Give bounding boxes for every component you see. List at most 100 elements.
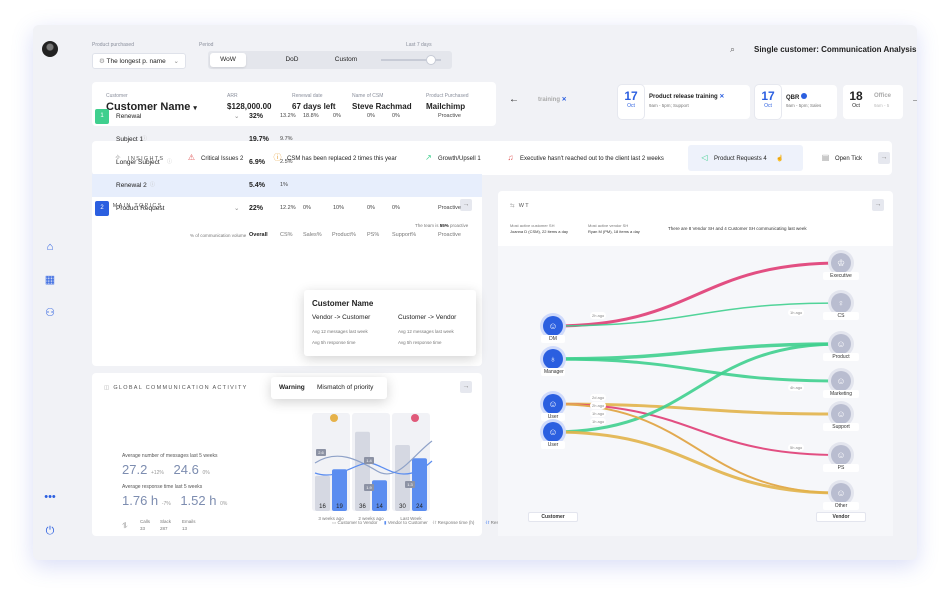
caret-down-icon[interactable]: ⌄ <box>234 197 239 220</box>
event-partial[interactable]: training ✕ <box>538 85 598 119</box>
expand-button[interactable]: → <box>460 381 472 393</box>
next-arrow-button[interactable]: → <box>878 152 890 164</box>
product-select[interactable]: ⚙ The longest p. name ⌄ <box>92 53 186 69</box>
close-icon[interactable]: ✕ <box>719 94 724 100</box>
vendor-node-icon[interactable]: ☺ <box>831 404 851 424</box>
legend-item[interactable]: ▮ Vendor to Customer <box>384 520 428 526</box>
more-icon[interactable]: ••• <box>43 490 57 504</box>
event-sub: 9am - 5 <box>874 103 890 108</box>
network-icon[interactable]: ⚇ <box>43 306 57 320</box>
event-card[interactable]: 17 Oct QBR 9am - 5pm; Sales <box>755 85 837 119</box>
communication-title-text: GLOBAL COMMUNICATION ACTIVITY <box>113 385 248 391</box>
event-card[interactable]: 18 Oct Office 9am - 5 <box>843 85 903 119</box>
seg-custom[interactable]: Custom <box>322 51 370 69</box>
cell-ps: 0% <box>367 205 375 211</box>
insight-executive[interactable]: ♫ Executive hasn't reached out to the cli… <box>506 141 664 175</box>
link-age-label: 2h ago <box>590 402 607 409</box>
bar-label: 24 <box>416 504 423 510</box>
vendor-node-label: Other <box>823 502 859 510</box>
event-day: 17 <box>624 89 638 103</box>
insight-open-tickets[interactable]: ▤ Open Tick <box>821 141 862 175</box>
table-row[interactable]: Subject 1 19.7% 9.7% ⓘ <box>92 128 482 151</box>
dashboard-icon[interactable]: ▦ <box>43 273 57 287</box>
table-row[interactable]: 2 Product Request 22% 12.2% 0% 10% 0% 0% Proacti… <box>92 197 482 220</box>
home-icon[interactable]: ⌂ <box>43 240 57 254</box>
bar <box>355 431 370 511</box>
popup-title: Customer Name <box>312 299 374 308</box>
main-topics-card: ⁘ MAIN TOPICS → The team is 55% proactiv… <box>92 109 482 366</box>
logout-icon[interactable]: ⏻ <box>43 524 57 538</box>
cell-sales: 0% <box>303 205 311 211</box>
table-row[interactable]: 1 Renewal 32% 13.2% 18.8% 0% 0% 0% Proactive ⌄ <box>92 105 482 128</box>
caret-down-icon[interactable]: ⌄ <box>234 105 239 128</box>
vendor-node-label: Product <box>823 353 859 361</box>
period-slider-handle[interactable] <box>426 55 436 65</box>
event-title: QBR <box>786 95 800 101</box>
tab-mismatch[interactable]: Mismatch of priority <box>317 384 373 391</box>
col-ps[interactable]: PS% <box>367 232 379 238</box>
main-area: Product purchased ⚙ The longest p. name ⌄… <box>91 25 917 560</box>
popup-vendor-customer: Vendor -> Customer <box>312 314 371 321</box>
legend-item[interactable]: ▭ Customer to Vendor <box>332 520 378 526</box>
table-row[interactable]: Longer Subject 6.9% 2.5% ⓘ <box>92 151 482 174</box>
link-age-label: 2d ago <box>590 394 607 401</box>
cell-name: Product Request <box>116 205 165 212</box>
close-icon[interactable]: ✕ <box>562 97 567 103</box>
vendor-node-icon[interactable]: ☺ <box>831 371 851 391</box>
avatar[interactable] <box>42 41 58 57</box>
vendor-node-icon[interactable]: ☺ <box>831 445 851 465</box>
seg-dod[interactable]: DoD <box>270 51 314 69</box>
response-tag-label: 1.3 <box>407 482 413 487</box>
vendor-node-icon[interactable]: ☺ <box>831 483 851 503</box>
tag-icon: ⚙ <box>99 58 107 65</box>
popup-stat: Avg 12 messages last week <box>312 329 368 334</box>
customer-node-label: User <box>541 413 565 421</box>
col-proactive[interactable]: Proactive <box>438 232 461 238</box>
analysis-title[interactable]: Single customer: Communication Analysis … <box>754 45 917 54</box>
vendor-node-icon[interactable]: ☺ <box>831 334 851 354</box>
info-icon: ⓘ <box>167 159 173 165</box>
product-purchased-label: Product purchased <box>92 42 134 48</box>
bar-label: 19 <box>336 504 343 510</box>
topic-popup: Customer Name Vendor -> Customer Custome… <box>304 290 476 356</box>
link-age-label: 2h ago <box>590 312 607 319</box>
bar <box>395 445 410 511</box>
event-card[interactable]: 17 Oct Product release training ✕ 9am - 5… <box>618 85 750 119</box>
topic-number: 1 <box>95 109 109 124</box>
arrow-left-icon[interactable]: ← <box>509 94 519 105</box>
cell-overall: 5.4% <box>249 182 265 189</box>
col-product[interactable]: Product% <box>332 232 356 238</box>
product-select-value: The longest p. name <box>106 58 166 65</box>
table-row[interactable]: Renewal 2 5.4% 1% ⓘ <box>92 174 482 197</box>
event-day: 17 <box>761 89 775 103</box>
insight-product-requests[interactable]: ◁ Product Requests 4 ☝ <box>688 145 803 171</box>
search-icon[interactable]: ⌕ <box>730 44 735 55</box>
vendor-node-icon[interactable]: ♔ <box>831 253 851 273</box>
event-title: training <box>538 97 560 103</box>
communication-title: ◫ GLOBAL COMMUNICATION ACTIVITY <box>104 385 248 391</box>
customer-node-icon[interactable]: ☺ <box>543 394 563 414</box>
messages-values: 27.2 +12% 24.6 0% <box>122 462 210 477</box>
bell-icon: ♫ <box>507 153 514 162</box>
calls-stat: Calls 33 <box>140 519 151 531</box>
customer-node-icon[interactable]: ☺ <box>543 422 563 442</box>
vendor-node-icon[interactable]: ♀ <box>831 293 851 313</box>
vendor-node-label: Marketing <box>823 390 859 398</box>
col-sales[interactable]: Sales% <box>303 232 322 238</box>
vendor-node-label: PS <box>823 464 859 472</box>
col-overall[interactable]: Overall <box>249 232 268 238</box>
info-icon: ⓘ <box>142 136 148 142</box>
customer-node-icon[interactable]: ☺ <box>543 316 563 336</box>
customer-node-icon[interactable]: ♁ <box>543 349 563 369</box>
renewal-label: Renewal date <box>292 93 323 99</box>
col-support[interactable]: Support% <box>392 232 416 238</box>
channel-icon: ⥮ <box>122 521 128 530</box>
tab-warning[interactable]: Warning <box>279 384 305 391</box>
event-title: Product release training <box>649 94 718 100</box>
arrow-right-icon[interactable]: → <box>911 94 917 105</box>
megaphone-icon: ◁ <box>701 153 708 162</box>
legend-item[interactable]: ⥯ Response time (h) <box>433 520 474 525</box>
bar-label: 30 <box>399 504 406 510</box>
seg-wow[interactable]: WoW <box>210 53 246 67</box>
col-cs[interactable]: CS% <box>280 232 293 238</box>
